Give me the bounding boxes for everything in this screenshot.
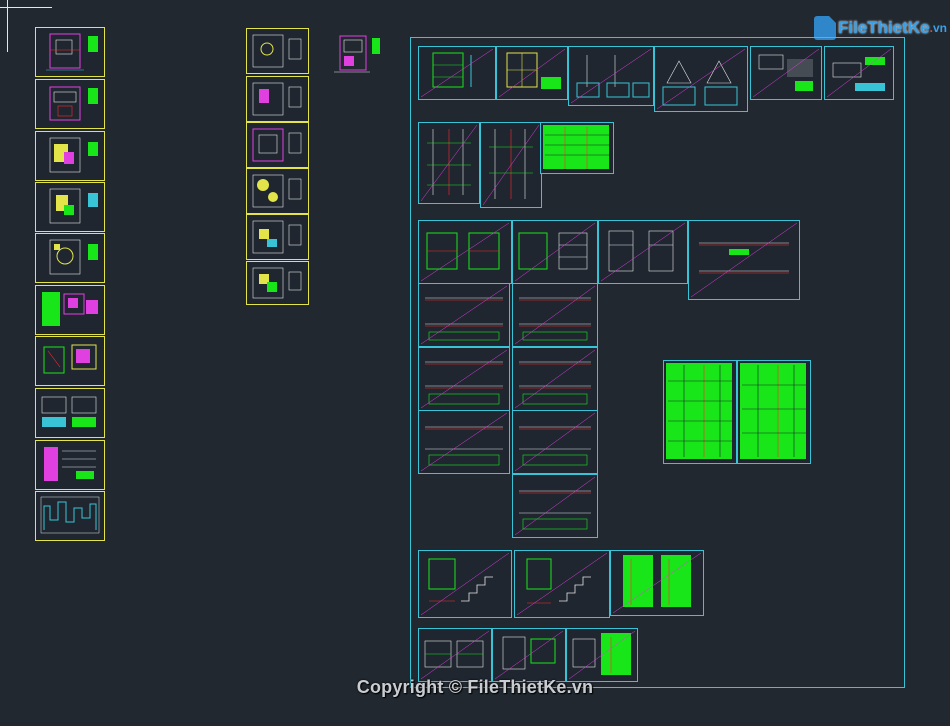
drawing-sheet[interactable] <box>35 131 105 181</box>
drawing-sheet[interactable] <box>598 220 688 284</box>
drawing-sheet[interactable] <box>246 168 309 214</box>
drawing-sheet[interactable] <box>35 491 105 541</box>
drawing-sheet[interactable] <box>824 46 894 100</box>
drawing-sheet[interactable] <box>418 347 510 411</box>
drawing-sheet[interactable] <box>418 628 492 682</box>
cad-crosshair-vertical <box>7 0 8 52</box>
drawing-sheet[interactable] <box>568 46 654 106</box>
drawing-sheet[interactable] <box>418 283 510 347</box>
drawing-sheet[interactable] <box>418 46 496 100</box>
drawing-sheet[interactable] <box>418 122 480 204</box>
drawing-sheet[interactable] <box>512 347 598 411</box>
drawing-sheet[interactable] <box>512 474 598 538</box>
drawing-sheet[interactable] <box>246 28 309 74</box>
logo-name: FileThietKe <box>838 18 930 37</box>
drawing-sheet[interactable] <box>514 550 610 618</box>
drawing-sheet[interactable] <box>610 550 704 616</box>
drawing-sheet[interactable] <box>496 46 568 100</box>
drawing-sheet[interactable] <box>246 214 309 260</box>
drawing-sheet[interactable] <box>750 46 822 100</box>
drawing-sheet[interactable] <box>512 283 598 347</box>
drawing-sheet[interactable] <box>512 410 598 474</box>
drawing-sheet[interactable] <box>35 79 105 129</box>
drawing-sheet[interactable] <box>35 233 105 283</box>
drawing-sheet[interactable] <box>246 76 309 122</box>
drawing-sheet[interactable] <box>663 360 737 464</box>
drawing-sheet[interactable] <box>246 122 309 168</box>
drawing-sheet[interactable] <box>418 550 512 618</box>
drawing-sheet[interactable] <box>492 628 566 682</box>
drawing-sheet[interactable] <box>246 261 309 305</box>
floor-plan-drawing[interactable] <box>330 30 386 78</box>
drawing-sheet[interactable] <box>35 388 105 438</box>
copyright-watermark: Copyright © FileThietKe.vn <box>356 677 594 697</box>
drawing-sheet[interactable] <box>418 220 512 284</box>
drawing-sheet[interactable] <box>737 360 811 464</box>
drawing-sheet[interactable] <box>35 27 105 77</box>
drawing-sheet[interactable] <box>540 122 614 174</box>
drawing-sheet[interactable] <box>566 628 638 682</box>
drawing-sheet[interactable] <box>688 220 800 300</box>
drawing-sheet[interactable] <box>512 220 598 284</box>
drawing-sheet[interactable] <box>480 122 542 208</box>
drawing-sheet[interactable] <box>35 285 105 335</box>
drawing-sheet[interactable] <box>418 410 510 474</box>
drawing-sheet[interactable] <box>654 46 748 112</box>
drawing-sheet[interactable] <box>35 440 105 490</box>
logo-tld: vn <box>932 21 947 35</box>
drawing-sheet[interactable] <box>35 182 105 232</box>
drawing-sheet[interactable] <box>35 336 105 386</box>
